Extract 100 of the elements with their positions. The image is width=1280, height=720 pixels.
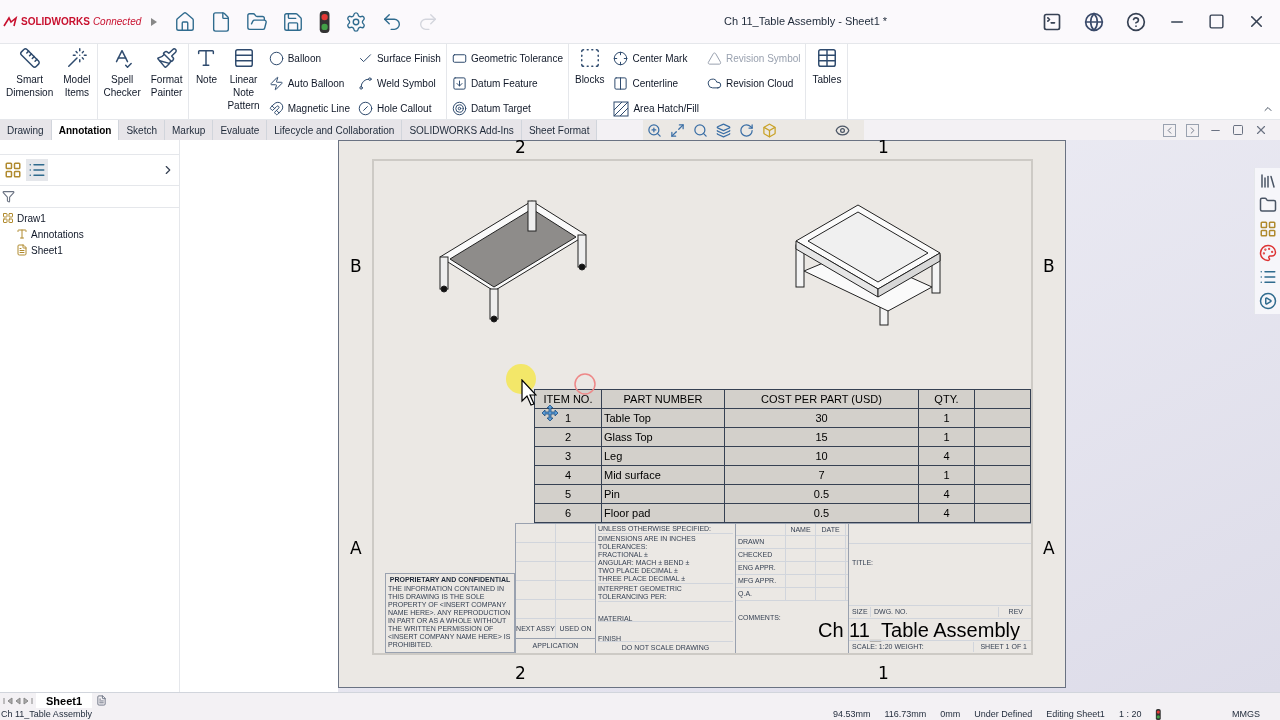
ribbon-button[interactable]: Model Items — [60, 46, 94, 99]
open-button[interactable] — [246, 10, 268, 33]
restore-icon[interactable] — [1232, 124, 1244, 136]
ribbon-button[interactable]: Weld Symbol — [355, 71, 443, 96]
ribbon-button[interactable]: Note — [192, 46, 221, 86]
table-cell: Table Top — [602, 409, 725, 428]
tree-item[interactable]: Sheet1 — [0, 242, 179, 258]
maximize-icon[interactable] — [1208, 13, 1225, 30]
ribbon-button[interactable]: Surface Finish — [355, 46, 443, 71]
zone-label: A — [1043, 537, 1055, 560]
ribbon-button[interactable]: Revision Cloud — [705, 71, 803, 96]
ribbon-tab[interactable]: Lifecycle and Collaboration — [267, 120, 403, 140]
lightning-icon — [268, 76, 284, 91]
ribbon-button[interactable]: Spell Checker — [100, 46, 144, 99]
list-icon[interactable] — [1258, 268, 1277, 286]
ribbon-button[interactable]: Smart Dimension — [3, 46, 57, 99]
status-field: 1 : 20 — [1118, 708, 1142, 720]
zoom-fit-icon[interactable] — [670, 122, 686, 138]
table-cell: 0.5 — [725, 504, 919, 523]
save-button[interactable] — [282, 10, 304, 33]
circle-marker-icon — [574, 373, 596, 395]
zone-label: 1 — [878, 662, 889, 685]
paintbrush-icon — [155, 47, 178, 69]
zone-label: B — [350, 255, 362, 278]
magnet-icon — [268, 101, 284, 116]
expand-arrow-icon[interactable] — [150, 16, 158, 27]
ribbon-button[interactable]: Hole Callout — [355, 96, 443, 121]
tree-item[interactable]: Draw1 — [0, 210, 179, 226]
ribbon-button[interactable]: Format Painter — [147, 46, 186, 99]
ribbon-button[interactable]: Auto Balloon — [266, 71, 352, 96]
table-cell: 4 — [919, 447, 975, 466]
layers-icon[interactable] — [716, 122, 732, 138]
rows-icon — [232, 47, 255, 69]
palette-icon[interactable] — [1258, 244, 1277, 262]
ribbon-tab[interactable]: Sheet Format — [521, 120, 598, 140]
status-field: 94.53mm — [832, 708, 871, 720]
table-cell: Leg — [602, 447, 725, 466]
ribbon-tab[interactable]: Drawing — [0, 120, 52, 140]
slashed-circle-icon — [357, 101, 373, 116]
close-icon[interactable] — [1254, 123, 1268, 137]
play-icon[interactable] — [1258, 292, 1277, 310]
table-cell: 1 — [919, 466, 975, 485]
help-icon[interactable] — [1126, 11, 1146, 32]
ribbon-button[interactable]: Magnetic Line — [266, 96, 352, 121]
ribbon-button[interactable]: Linear Note Pattern — [224, 46, 263, 112]
zone-label: 1 — [878, 136, 889, 159]
table-cell: 4 — [919, 485, 975, 504]
traffic-light-icon[interactable] — [318, 10, 332, 33]
zoom-icon[interactable] — [647, 122, 663, 138]
tree-item[interactable]: Annotations — [0, 226, 179, 242]
ribbon-tab[interactable]: SOLIDWORKS Add-Ins — [402, 120, 522, 140]
folder-icon[interactable] — [1258, 196, 1277, 214]
ribbon-tab[interactable]: Evaluate — [213, 120, 268, 140]
ribbon-button[interactable]: Datum Feature — [449, 71, 565, 96]
globe-icon[interactable] — [1084, 11, 1104, 32]
eye-icon[interactable] — [835, 122, 851, 138]
triangle-icon — [707, 51, 722, 66]
status-document: Ch 11_Table Assembly — [0, 708, 92, 720]
status-field: Editing Sheet1 — [1046, 708, 1105, 720]
library-icon[interactable] — [1258, 172, 1277, 190]
document-icon — [210, 10, 232, 33]
ribbon-button[interactable]: Datum Target — [449, 96, 565, 121]
new-button[interactable] — [210, 10, 232, 33]
ribbon-tab[interactable]: Markup — [165, 120, 214, 140]
ribbon-button[interactable]: Center Mark — [611, 46, 701, 71]
wand-icon — [65, 47, 88, 69]
table-cell: 0.5 — [725, 485, 919, 504]
table-cell: Glass Top — [602, 428, 725, 447]
sheet-tab[interactable]: Sheet1 — [36, 692, 93, 709]
filter-icon[interactable] — [2, 190, 15, 203]
rectangle-icon — [451, 51, 467, 66]
table-cell: 4 — [535, 466, 602, 485]
ribbon-button[interactable]: Tables — [809, 46, 845, 86]
ribbon-button[interactable]: Blocks — [571, 46, 608, 86]
hatch-icon — [613, 100, 630, 117]
grid-icon[interactable] — [1258, 220, 1277, 238]
zone-label: 2 — [515, 662, 526, 685]
status-field: 116.73mm — [884, 708, 927, 720]
table-cell: 10 — [725, 447, 919, 466]
ruler-icon — [18, 47, 41, 69]
rotate-icon[interactable] — [739, 122, 755, 138]
ribbon-tab[interactable]: Sketch — [119, 120, 166, 140]
sheet-navigation-icon[interactable] — [2, 696, 36, 705]
ribbon-button[interactable]: Geometric Tolerance — [449, 46, 565, 71]
traffic-light-icon[interactable] — [1155, 708, 1162, 720]
search-icon[interactable] — [693, 122, 709, 138]
folder-icon — [246, 10, 268, 33]
ribbon-button[interactable]: Centerline — [611, 71, 701, 96]
ribbon-button[interactable]: Balloon — [266, 46, 352, 71]
ribbon-button[interactable]: Area Hatch/Fill — [611, 96, 701, 121]
home-button[interactable] — [174, 10, 196, 33]
add-sheet-icon[interactable] — [96, 695, 108, 706]
target-icon — [451, 101, 467, 116]
sheet-icon — [16, 244, 28, 256]
property-list-icon[interactable] — [26, 159, 48, 181]
terminal-icon[interactable] — [1042, 11, 1062, 32]
options-button[interactable] — [345, 10, 368, 33]
table-cell: 7 — [725, 466, 919, 485]
ribbon-tab[interactable]: Annotation — [51, 120, 120, 140]
table-cell: Floor pad — [602, 504, 725, 523]
